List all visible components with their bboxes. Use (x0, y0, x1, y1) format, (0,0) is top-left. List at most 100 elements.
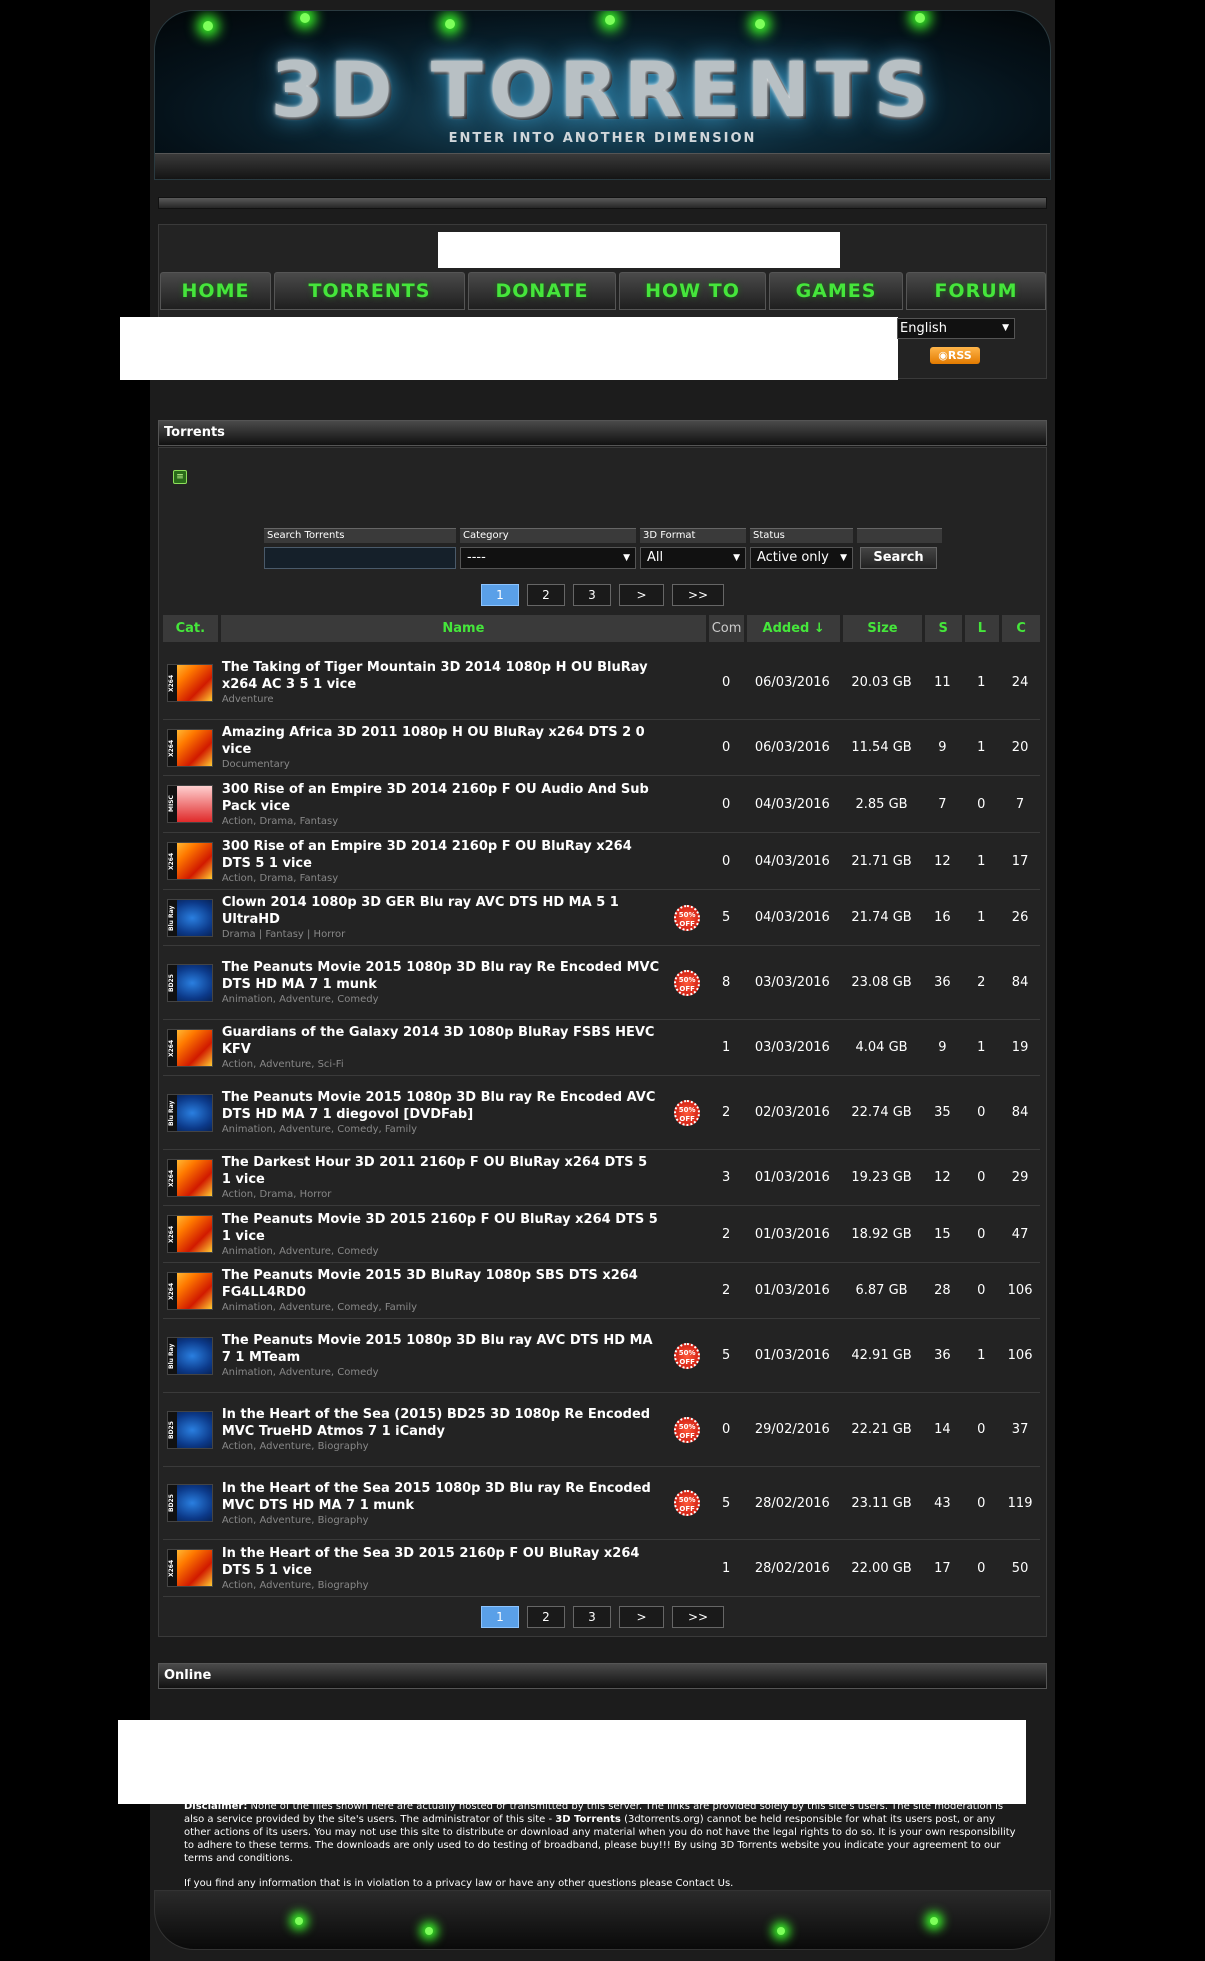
category-icon[interactable]: BD25 (167, 1410, 214, 1449)
cell-leechers[interactable]: 0 (962, 1561, 1000, 1576)
cell-completed[interactable]: 50 (1000, 1561, 1040, 1576)
cell-seeders[interactable]: 35 (922, 1105, 962, 1120)
cell-completed[interactable]: 17 (1000, 854, 1040, 869)
category-icon[interactable]: X264 (167, 1549, 214, 1587)
search-button[interactable]: Search (860, 547, 937, 569)
col-seeders[interactable]: S (924, 615, 962, 642)
cell-seeders[interactable]: 9 (922, 1040, 962, 1055)
torrent-title[interactable]: Guardians of the Galaxy 2014 3D 1080p Bl… (222, 1024, 708, 1058)
cell-comments[interactable]: 0 (708, 740, 744, 755)
language-select[interactable]: English ▼ (897, 318, 1015, 339)
category-icon[interactable]: X264 (167, 1158, 214, 1197)
table-row[interactable]: Blu Ray The Peanuts Movie 2015 1080p 3D B… (163, 1076, 1040, 1150)
page-3[interactable]: 3 (573, 584, 611, 606)
cell-leechers[interactable]: 0 (962, 797, 1000, 812)
table-row[interactable]: X264 300 Rise of an Empire 3D 2014 2160p … (163, 833, 1040, 890)
page-3[interactable]: 3 (573, 1606, 611, 1628)
search-input[interactable] (264, 547, 456, 569)
cell-seeders[interactable]: 15 (922, 1227, 962, 1242)
cell-leechers[interactable]: 1 (962, 1040, 1000, 1055)
col-name[interactable]: Name (220, 615, 707, 642)
col-com[interactable]: Com (709, 615, 744, 642)
cell-leechers[interactable]: 1 (962, 854, 1000, 869)
cell-completed[interactable]: 37 (1000, 1422, 1040, 1437)
site-banner[interactable]: 3D TORRENTS ENTER INTO ANOTHER DIMENSION (154, 10, 1051, 180)
torrent-title[interactable]: The Peanuts Movie 2015 1080p 3D Blu ray … (222, 1332, 708, 1366)
table-row[interactable]: X264 The Peanuts Movie 3D 2015 2160p F OU… (163, 1206, 1040, 1263)
table-row[interactable]: X264 Amazing Africa 3D 2011 1080p H OU Bl… (163, 720, 1040, 776)
page-next[interactable]: > (619, 584, 664, 606)
torrent-title[interactable]: Amazing Africa 3D 2011 1080p H OU BluRay… (222, 724, 708, 758)
col-completed[interactable]: C (1002, 615, 1040, 642)
cell-seeders[interactable]: 14 (922, 1422, 962, 1437)
category-icon[interactable]: X264 (167, 1028, 214, 1067)
table-row[interactable]: X264 The Peanuts Movie 2015 3D BluRay 108… (163, 1263, 1040, 1319)
cell-seeders[interactable]: 11 (922, 675, 962, 690)
ad-banner-top[interactable] (438, 232, 840, 268)
cell-completed[interactable]: 106 (1000, 1348, 1040, 1363)
cell-completed[interactable]: 20 (1000, 740, 1040, 755)
torrent-title[interactable]: 300 Rise of an Empire 3D 2014 2160p F OU… (222, 838, 708, 872)
nav-donate[interactable]: DONATE (468, 272, 616, 310)
cell-completed[interactable]: 7 (1000, 797, 1040, 812)
table-row[interactable]: X264 The Taking of Tiger Mountain 3D 2014… (163, 646, 1040, 720)
cell-completed[interactable]: 119 (1000, 1496, 1040, 1511)
cell-leechers[interactable]: 1 (962, 740, 1000, 755)
cell-completed[interactable]: 29 (1000, 1170, 1040, 1185)
cell-seeders[interactable]: 7 (922, 797, 962, 812)
cell-seeders[interactable]: 16 (922, 910, 962, 925)
cell-seeders[interactable]: 17 (922, 1561, 962, 1576)
cell-completed[interactable]: 24 (1000, 675, 1040, 690)
table-row[interactable]: Blu Ray The Peanuts Movie 2015 1080p 3D B… (163, 1319, 1040, 1393)
torrent-title[interactable]: In the Heart of the Sea (2015) BD25 3D 1… (222, 1406, 708, 1440)
cell-seeders[interactable]: 9 (922, 740, 962, 755)
page-2[interactable]: 2 (527, 584, 565, 606)
format-select[interactable]: All ▼ (640, 547, 746, 569)
cell-leechers[interactable]: 0 (962, 1283, 1000, 1298)
cell-comments[interactable]: 0 (708, 675, 744, 690)
expand-toggle-icon[interactable]: ≡ (173, 470, 187, 484)
cell-seeders[interactable]: 28 (922, 1283, 962, 1298)
category-icon[interactable]: BD25 (167, 1484, 214, 1522)
table-row[interactable]: MISC 300 Rise of an Empire 3D 2014 2160p … (163, 776, 1040, 833)
category-icon[interactable]: Blu Ray (167, 898, 214, 937)
page-next[interactable]: > (619, 1606, 664, 1628)
torrent-title[interactable]: The Peanuts Movie 2015 3D BluRay 1080p S… (222, 1267, 708, 1301)
page-last[interactable]: >> (672, 584, 724, 606)
category-select[interactable]: ---- ▼ (460, 547, 636, 569)
col-leechers[interactable]: L (964, 615, 1000, 642)
table-row[interactable]: X264 The Darkest Hour 3D 2011 2160p F OU … (163, 1150, 1040, 1206)
cell-comments[interactable]: 1 (708, 1561, 744, 1576)
torrent-title[interactable]: In the Heart of the Sea 3D 2015 2160p F … (222, 1545, 708, 1579)
cell-leechers[interactable]: 0 (962, 1422, 1000, 1437)
cell-leechers[interactable]: 0 (962, 1496, 1000, 1511)
cell-completed[interactable]: 26 (1000, 910, 1040, 925)
status-select[interactable]: Active only ▼ (750, 547, 853, 569)
table-row[interactable]: Blu Ray Clown 2014 1080p 3D GER Blu ray A… (163, 890, 1040, 946)
table-row[interactable]: X264 In the Heart of the Sea 3D 2015 2160… (163, 1540, 1040, 1597)
nav-how-to[interactable]: HOW TO (619, 272, 766, 310)
cell-seeders[interactable]: 12 (922, 1170, 962, 1185)
table-row[interactable]: BD25 In the Heart of the Sea 2015 1080p 3… (163, 1467, 1040, 1540)
cell-leechers[interactable]: 0 (962, 1170, 1000, 1185)
torrent-title[interactable]: Clown 2014 1080p 3D GER Blu ray AVC DTS … (222, 894, 708, 928)
torrent-title[interactable]: 300 Rise of an Empire 3D 2014 2160p F OU… (222, 781, 708, 815)
cell-seeders[interactable]: 36 (922, 975, 962, 990)
cell-leechers[interactable]: 1 (962, 910, 1000, 925)
torrent-title[interactable]: The Peanuts Movie 2015 1080p 3D Blu ray … (222, 959, 708, 993)
rss-button[interactable]: ◉RSS (930, 347, 980, 364)
table-row[interactable]: BD25 In the Heart of the Sea (2015) BD25 … (163, 1393, 1040, 1467)
category-icon[interactable]: Blu Ray (167, 1336, 214, 1375)
cell-leechers[interactable]: 0 (962, 1105, 1000, 1120)
nav-torrents[interactable]: TORRENTS (274, 272, 465, 310)
table-row[interactable]: BD25 The Peanuts Movie 2015 1080p 3D Blu … (163, 946, 1040, 1020)
cell-comments[interactable]: 2 (708, 1283, 744, 1298)
cell-comments[interactable]: 1 (708, 1040, 744, 1055)
cell-comments[interactable]: 2 (708, 1227, 744, 1242)
nav-home[interactable]: HOME (160, 272, 271, 310)
category-icon[interactable]: BD25 (167, 963, 214, 1002)
col-added[interactable]: Added ↓ (746, 615, 841, 642)
cell-comments[interactable]: 5 (708, 1496, 744, 1511)
cell-comments[interactable]: 0 (708, 1422, 744, 1437)
cell-comments[interactable]: 0 (708, 797, 744, 812)
